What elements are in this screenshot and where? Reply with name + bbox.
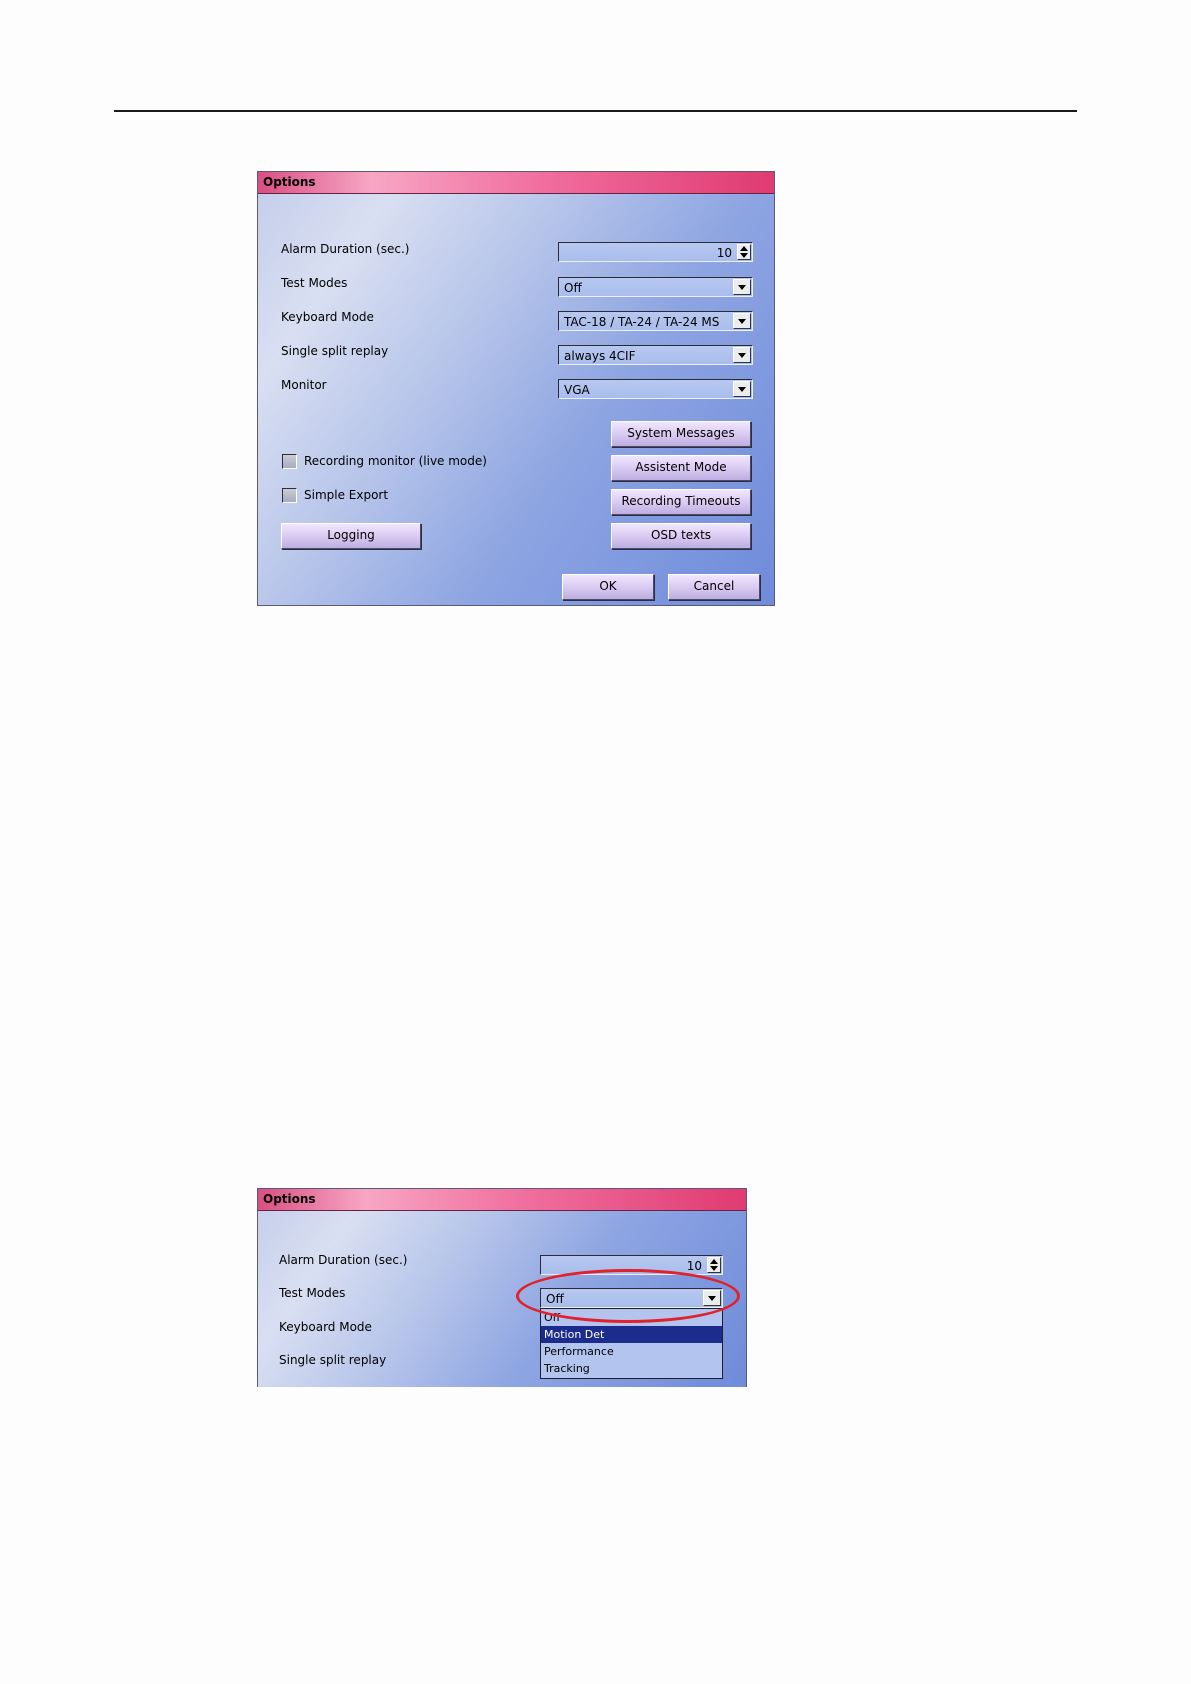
chevron-down-icon[interactable] — [733, 347, 751, 363]
ok-button[interactable]: OK — [562, 574, 654, 600]
spin-arrows-icon[interactable] — [737, 244, 751, 260]
simple-export-label: Simple Export — [304, 488, 389, 502]
chevron-down-icon[interactable] — [733, 313, 751, 329]
chevron-down-icon[interactable] — [733, 381, 751, 397]
single-split-replay-label: Single split replay — [281, 344, 389, 358]
dropdown-option-performance[interactable]: Performance — [541, 1343, 722, 1360]
dialog-title-bar: Options — [258, 1189, 746, 1211]
assistent-mode-button[interactable]: Assistent Mode — [611, 455, 751, 481]
single-split-replay-label: Single split replay — [279, 1353, 387, 1367]
recording-timeouts-button[interactable]: Recording Timeouts — [611, 489, 751, 515]
recording-monitor-label: Recording monitor (live mode) — [304, 454, 487, 468]
single-split-replay-value: always 4CIF — [564, 349, 636, 363]
alarm-duration-value: 10 — [686, 1259, 702, 1273]
alarm-duration-value: 10 — [716, 246, 732, 260]
highlight-oval-annotation — [516, 1269, 740, 1323]
keyboard-mode-label: Keyboard Mode — [281, 310, 374, 324]
dropdown-option-tracking[interactable]: Tracking — [541, 1360, 722, 1377]
options-dialog-cropped: Options Alarm Duration (sec.) 10 Test Mo… — [257, 1188, 747, 1387]
keyboard-mode-select[interactable]: TAC-18 / TA-24 / TA-24 MS — [558, 311, 753, 331]
simple-export-checkbox[interactable] — [282, 488, 297, 503]
dialog-title: Options — [263, 1192, 316, 1206]
recording-monitor-checkbox[interactable] — [282, 454, 297, 469]
system-messages-button[interactable]: System Messages — [611, 421, 751, 447]
options-dialog: Options Alarm Duration (sec.) 10 Test Mo… — [257, 171, 775, 606]
test-modes-label: Test Modes — [281, 276, 348, 290]
page-header-rule — [114, 110, 1077, 112]
monitor-value: VGA — [564, 383, 590, 397]
chevron-down-icon[interactable] — [733, 279, 751, 295]
test-modes-value: Off — [564, 281, 582, 295]
spin-arrows-icon[interactable] — [707, 1257, 721, 1273]
keyboard-mode-label: Keyboard Mode — [279, 1320, 372, 1334]
logging-button[interactable]: Logging — [281, 523, 421, 549]
keyboard-mode-value: TAC-18 / TA-24 / TA-24 MS — [564, 315, 720, 329]
cancel-button[interactable]: Cancel — [668, 574, 760, 600]
test-modes-select[interactable]: Off — [558, 277, 753, 297]
dialog-title-bar: Options — [258, 172, 774, 194]
monitor-label: Monitor — [281, 378, 327, 392]
alarm-duration-label: Alarm Duration (sec.) — [281, 242, 410, 256]
dropdown-option-motion-det[interactable]: Motion Det — [541, 1326, 722, 1343]
monitor-select[interactable]: VGA — [558, 379, 753, 399]
alarm-duration-spinbox[interactable]: 10 — [558, 242, 753, 262]
osd-texts-button[interactable]: OSD texts — [611, 523, 751, 549]
test-modes-label: Test Modes — [279, 1286, 346, 1300]
dialog-title: Options — [263, 175, 316, 189]
alarm-duration-label: Alarm Duration (sec.) — [279, 1253, 408, 1267]
single-split-replay-select[interactable]: always 4CIF — [558, 345, 753, 365]
